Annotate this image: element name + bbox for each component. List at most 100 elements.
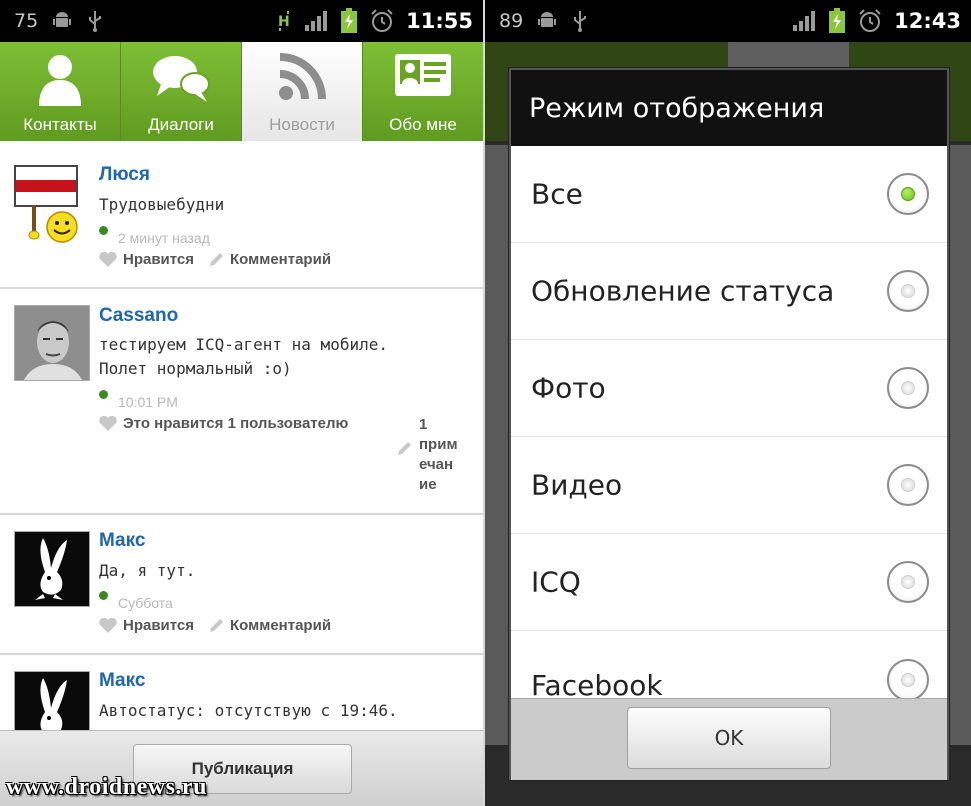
signal-bars-icon <box>305 11 328 31</box>
radio-dot <box>901 478 915 492</box>
post-time: 2 минут назад <box>118 230 210 246</box>
post-author[interactable]: Cassano <box>99 305 178 327</box>
radio-unchecked[interactable] <box>887 270 929 312</box>
option-label: Видео <box>531 468 623 502</box>
comment-label-line: ечан <box>419 456 454 473</box>
post-text: Трудовыебудни <box>99 195 225 214</box>
tab-dialogs[interactable]: Диалоги <box>121 42 242 141</box>
radio-checked[interactable] <box>887 173 929 215</box>
battery-charging-icon <box>829 8 846 33</box>
battery-level: 75 <box>14 10 39 32</box>
like-label: Это нравится 1 пользователю <box>123 415 349 432</box>
h-signal-icon: H <box>278 11 290 31</box>
like-button[interactable]: Нравится <box>99 251 194 268</box>
radio-dot <box>901 284 915 298</box>
feed-item[interactable]: Макс Да, я тут. Суббота Нравится Коммент… <box>0 515 483 655</box>
ok-button[interactable]: OK <box>627 707 831 769</box>
usb-icon <box>574 11 587 32</box>
option-label: ICQ <box>531 565 581 599</box>
online-status-icon <box>99 591 108 600</box>
radio-dot <box>901 673 915 687</box>
option-status-update[interactable]: Обновление статуса <box>511 243 947 340</box>
post-text-line: Полет нормальный :о) <box>99 359 292 378</box>
dialog-title: Режим отображения <box>511 70 947 146</box>
avatar-bunny <box>14 671 90 730</box>
tab-label: Контакты <box>23 115 97 134</box>
pencil-icon <box>398 442 411 455</box>
flag-sign-icon <box>14 165 78 243</box>
option-video[interactable]: Видео <box>511 437 947 534</box>
like-button[interactable]: Нравится <box>99 617 194 634</box>
tab-contacts[interactable]: Контакты <box>0 42 121 141</box>
status-bar: 89 12:43 <box>485 0 971 42</box>
post-time: Суббота <box>118 595 173 611</box>
display-mode-screen: 89 12:43 Режим отображения Все Обновлени… <box>485 0 971 806</box>
avatar-bunny <box>14 531 90 607</box>
avatar-photo <box>14 305 90 381</box>
option-all[interactable]: Все <box>511 146 947 243</box>
news-feed[interactable]: Люся Трудовыебудни 2 минут назад Нравитс… <box>0 145 483 730</box>
radio-unchecked[interactable] <box>887 464 929 506</box>
like-button[interactable]: Это нравится 1 пользователю <box>99 415 348 432</box>
post-text-line: тестируем ICQ-агент на мобиле. <box>99 335 388 354</box>
post-time: 10:01 PM <box>118 394 178 410</box>
like-label: Нравится <box>123 251 195 268</box>
comment-button[interactable]: Комментарий <box>208 251 331 268</box>
post-author[interactable]: Макс <box>99 530 145 552</box>
post-text: Автостатус: отсутствую с 19:46. <box>99 701 398 720</box>
feed-item[interactable]: Макс Автостатус: отсутствую с 19:46. <box>0 655 483 730</box>
dialog-footer: OK <box>511 698 947 780</box>
tab-about-me[interactable]: Обо мне <box>363 42 483 141</box>
feed-item[interactable]: Люся Трудовыебудни 2 минут назад Нравитс… <box>0 145 483 289</box>
radio-unchecked[interactable] <box>887 367 929 409</box>
avatar-flag <box>14 165 94 245</box>
status-bar: 75 H 11:55 <box>0 0 483 42</box>
option-label: Все <box>531 177 583 211</box>
tab-label: Диалоги <box>148 115 214 134</box>
tab-label: Новости <box>269 115 335 134</box>
comment-label-line: прим <box>419 436 458 453</box>
heart-icon <box>99 252 117 267</box>
watermark: www.droidnews.ru <box>6 774 207 800</box>
radio-unchecked[interactable] <box>887 561 929 603</box>
chat-bubbles-icon <box>153 56 210 102</box>
option-label: Facebook <box>531 669 663 698</box>
tab-label: Обо мне <box>389 115 457 134</box>
tab-news[interactable]: Новости <box>242 42 363 141</box>
heart-icon <box>99 416 117 431</box>
post-author[interactable]: Макс <box>99 670 145 692</box>
feed-item[interactable]: Cassano тестируем ICQ-агент на мобиле. П… <box>0 289 483 515</box>
option-facebook[interactable]: Facebook <box>511 631 947 698</box>
clock: 12:43 <box>894 9 961 33</box>
pencil-icon <box>210 252 224 266</box>
contact-icon <box>39 55 81 106</box>
bunny-logo-icon <box>15 532 89 606</box>
comment-label-line: ие <box>419 476 437 493</box>
comment-button[interactable]: Комментарий <box>208 617 331 634</box>
like-label: Нравится <box>123 617 195 634</box>
radio-dot <box>901 381 915 395</box>
battery-level: 89 <box>499 10 524 32</box>
radio-unchecked[interactable] <box>887 659 929 698</box>
android-icon <box>53 12 72 27</box>
alarm-icon <box>859 9 881 32</box>
man-portrait-icon <box>15 306 89 380</box>
option-icq[interactable]: ICQ <box>511 534 947 631</box>
news-feed-screen: 75 H 11:55 Контакты Диалоги Новости Обо … <box>0 0 485 806</box>
alarm-icon <box>371 9 393 32</box>
tab-bar: Контакты Диалоги Новости Обо мне <box>0 42 483 141</box>
battery-charging-icon <box>341 8 358 33</box>
option-photo[interactable]: Фото <box>511 340 947 437</box>
android-icon <box>538 12 557 27</box>
svg-text:H: H <box>278 14 290 30</box>
pencil-icon <box>210 618 224 632</box>
heart-icon <box>99 618 117 633</box>
bunny-logo-icon <box>15 672 89 730</box>
radio-dot <box>901 187 915 201</box>
display-mode-dialog: Режим отображения Все Обновление статуса… <box>509 68 949 780</box>
comment-label: Комментарий <box>230 251 332 268</box>
options-list[interactable]: Все Обновление статуса Фото Видео ICQ Fa… <box>511 146 947 698</box>
signal-bars-icon <box>793 11 816 31</box>
option-label: Фото <box>531 371 606 405</box>
post-author[interactable]: Люся <box>99 164 150 186</box>
